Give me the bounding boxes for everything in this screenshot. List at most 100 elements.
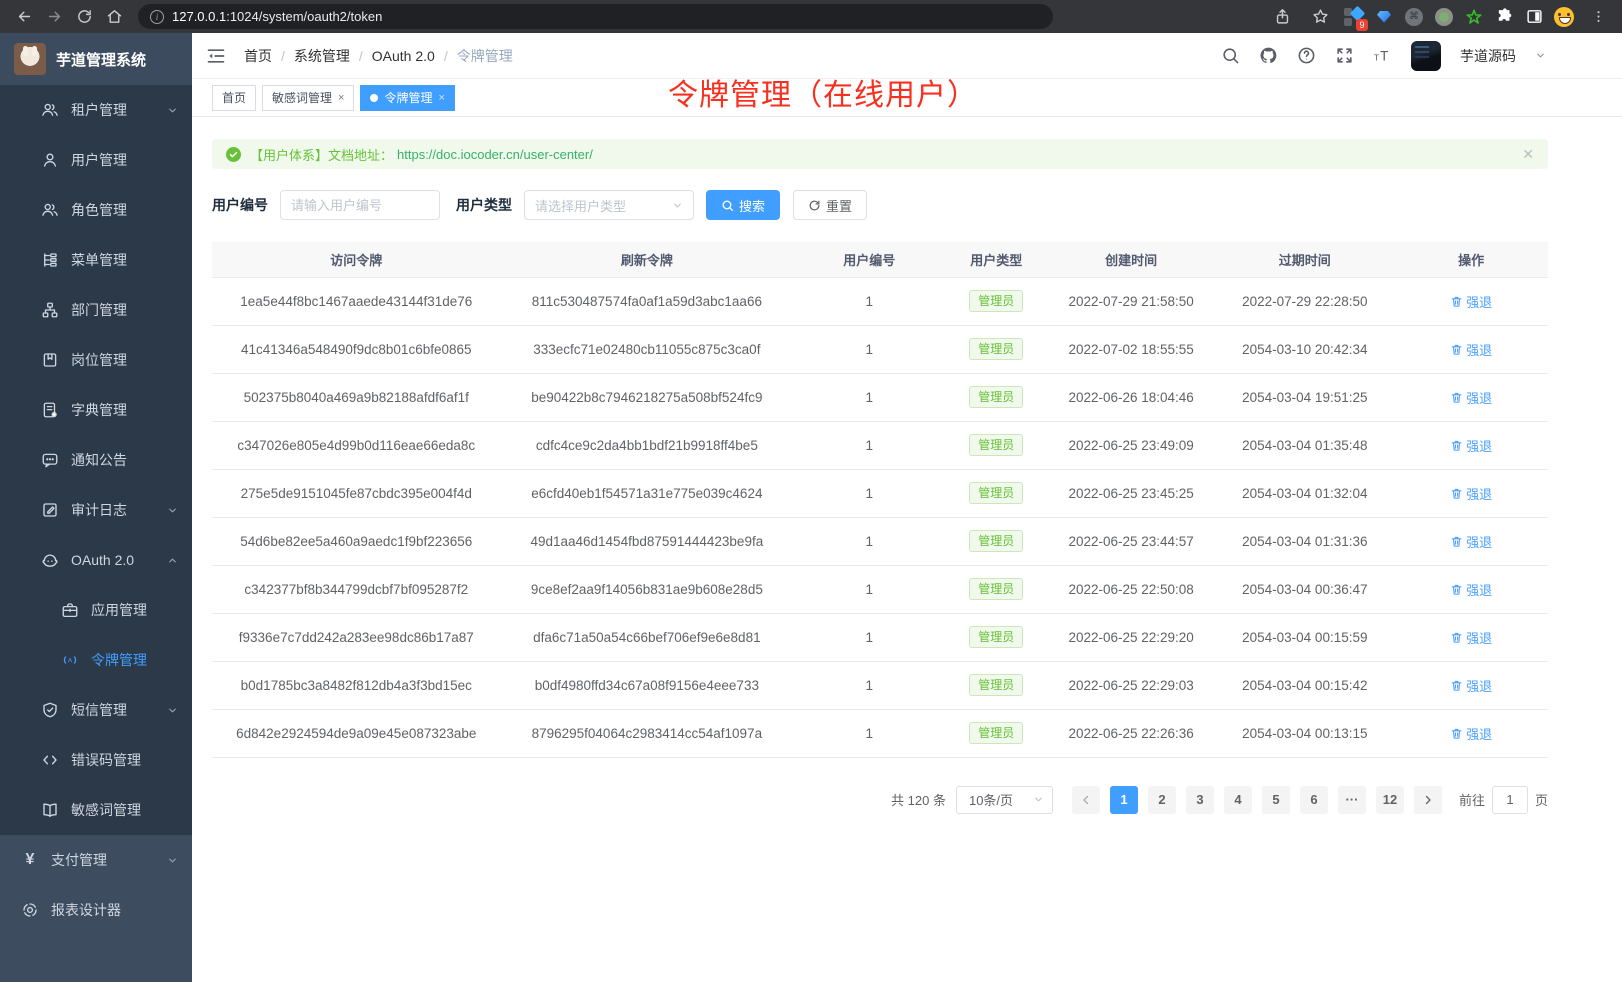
access-token-cell: 1ea5e44f8bc1467aaede43144f31de76 [212, 277, 501, 325]
bookmark-star-icon[interactable] [1306, 3, 1334, 31]
green-star-extension-icon[interactable] [1464, 7, 1484, 27]
share-icon[interactable] [1268, 3, 1296, 31]
avatar[interactable] [1411, 41, 1441, 71]
force-logout-button[interactable]: 强退 [1450, 580, 1492, 599]
page-button-12[interactable]: 12 [1376, 786, 1404, 814]
github-icon[interactable] [1259, 46, 1278, 65]
sidebar-item-label: 令牌管理 [91, 650, 147, 670]
alert-close-icon[interactable]: ✕ [1522, 146, 1534, 163]
sidebar-item-app-briefcase[interactable]: 应用管理 [0, 585, 192, 635]
browser-home-icon[interactable] [100, 3, 128, 31]
page-button-2[interactable]: 2 [1148, 786, 1176, 814]
sidebar-item-label: 租户管理 [71, 100, 127, 120]
emoji-profile-icon[interactable] [1554, 7, 1574, 27]
page-button-5[interactable]: 5 [1262, 786, 1290, 814]
sidebar-item-announcement[interactable]: 通知公告 [0, 435, 192, 485]
force-logout-button[interactable]: 强退 [1450, 292, 1492, 311]
user-id-cell: 1 [793, 469, 945, 517]
app-logo[interactable]: 芋道管理系统 [0, 33, 192, 85]
sidepanel-icon[interactable] [1524, 7, 1544, 27]
browser-forward-icon[interactable] [40, 3, 68, 31]
action-cell: 强退 [1394, 277, 1548, 325]
browser-back-icon[interactable] [10, 3, 38, 31]
page-button-3[interactable]: 3 [1186, 786, 1214, 814]
force-logout-button[interactable]: 强退 [1450, 724, 1492, 743]
sidebar-item-dictionary[interactable]: 字典管理 [0, 385, 192, 435]
username[interactable]: 芋道源码 [1460, 46, 1516, 66]
force-logout-button[interactable]: 强退 [1450, 676, 1492, 695]
sidebar-item-menu-tree[interactable]: 菜单管理 [0, 235, 192, 285]
sidebar-item-token[interactable]: A令牌管理 [0, 635, 192, 685]
force-logout-button[interactable]: 强退 [1450, 388, 1492, 407]
dot-extension-icon[interactable] [1434, 7, 1454, 27]
user-type-select[interactable]: 请选择用户类型 [524, 190, 694, 220]
force-logout-button[interactable]: 强退 [1450, 532, 1492, 551]
tab-close-icon[interactable]: × [338, 92, 344, 104]
sidebar-item-org-tree[interactable]: 部门管理 [0, 285, 192, 335]
browser-reload-icon[interactable] [70, 3, 98, 31]
puzzle-extension-icon[interactable] [1494, 7, 1514, 27]
breadcrumb-item[interactable]: 首页 [244, 46, 272, 66]
force-logout-button[interactable]: 强退 [1450, 628, 1492, 647]
sidebar-item-yen[interactable]: ¥支付管理 [0, 835, 192, 885]
tab-home[interactable]: 首页 [212, 85, 256, 111]
sidebar-item-label: 敏感词管理 [71, 800, 141, 820]
table-row: f9336e7c7dd242a283ee98dc86b17a87dfa6c71a… [212, 613, 1548, 661]
user-id-label: 用户编号 [212, 195, 268, 215]
announcement-icon [41, 451, 59, 469]
breadcrumb-item[interactable]: OAuth 2.0 [372, 48, 435, 64]
user-id-input[interactable] [280, 190, 440, 220]
breadcrumb-item: 令牌管理 [457, 46, 513, 66]
user-menu-caret-icon[interactable] [1535, 50, 1546, 61]
page-button-6[interactable]: 6 [1300, 786, 1328, 814]
sidebar-item-sms-shield[interactable]: 短信管理 [0, 685, 192, 735]
sidebar-item-roles-users[interactable]: 角色管理 [0, 185, 192, 235]
tab-label: 令牌管理 [384, 89, 432, 106]
browser-menu-icon[interactable] [1584, 3, 1612, 31]
doc-link[interactable]: https://doc.iocoder.cn/user-center/ [397, 147, 593, 162]
force-logout-button[interactable]: 强退 [1450, 484, 1492, 503]
next-page-button[interactable] [1414, 786, 1442, 814]
font-size-icon[interactable]: TT [1373, 46, 1392, 65]
browser-address-bar[interactable]: i 127.0.0.1:1024/system/oauth2/token [138, 4, 1053, 29]
page-button-1[interactable]: 1 [1110, 786, 1138, 814]
force-logout-button[interactable]: 强退 [1450, 340, 1492, 359]
help-icon[interactable] [1297, 46, 1316, 65]
breadcrumb-item[interactable]: 系统管理 [294, 46, 350, 66]
tab-view[interactable]: 敏感词管理× [262, 85, 354, 111]
sidebar-item-post-badge[interactable]: 岗位管理 [0, 335, 192, 385]
oauth-robot-icon [41, 551, 59, 569]
page-size-select[interactable]: 10条/页 [956, 786, 1053, 814]
gem-extension-icon[interactable] [1374, 7, 1394, 27]
tab-close-icon[interactable]: × [438, 92, 444, 104]
sidebar-item-label: 应用管理 [91, 600, 147, 620]
prev-page-button[interactable] [1072, 786, 1100, 814]
sidebar-item-error-code[interactable]: 错误码管理 [0, 735, 192, 785]
pager-more-button[interactable]: ··· [1338, 786, 1366, 814]
user-id-cell: 1 [793, 325, 945, 373]
site-info-icon[interactable]: i [150, 10, 164, 24]
sidebar-item-book-open[interactable]: 敏感词管理 [0, 785, 192, 835]
refresh-token-cell: 8796295f04064c2983414cc54af1097a [501, 709, 794, 757]
goto-page-input[interactable] [1492, 786, 1528, 814]
access-token-cell: b0d1785bc3a8482f812db4a3f3bd15ec [212, 661, 501, 709]
column-header: 用户编号 [793, 242, 945, 277]
pixel-extension-icon[interactable]: 9 [1344, 7, 1364, 27]
force-logout-button[interactable]: 强退 [1450, 436, 1492, 455]
tab-view[interactable]: 令牌管理 × [360, 85, 454, 111]
sidebar-item-audit-log[interactable]: 审计日志 [0, 485, 192, 535]
sidebar-item-user[interactable]: 用户管理 [0, 135, 192, 185]
search-icon[interactable] [1221, 46, 1240, 65]
user-id-cell: 1 [793, 373, 945, 421]
fullscreen-icon[interactable] [1335, 46, 1354, 65]
search-button[interactable]: 搜索 [706, 190, 780, 220]
action-cell: 强退 [1394, 613, 1548, 661]
sidebar-item-label: 字典管理 [71, 400, 127, 420]
sidebar-item-report-designer[interactable]: 报表设计器 [0, 885, 192, 935]
page-button-4[interactable]: 4 [1224, 786, 1252, 814]
reset-button[interactable]: 重置 [793, 190, 867, 220]
command-extension-icon[interactable]: ⌘ [1404, 7, 1424, 27]
sidebar-item-oauth-robot[interactable]: OAuth 2.0 [0, 535, 192, 585]
collapse-sidebar-icon[interactable] [206, 45, 228, 67]
sidebar-item-tenant-users[interactable]: 租户管理 [0, 85, 192, 135]
